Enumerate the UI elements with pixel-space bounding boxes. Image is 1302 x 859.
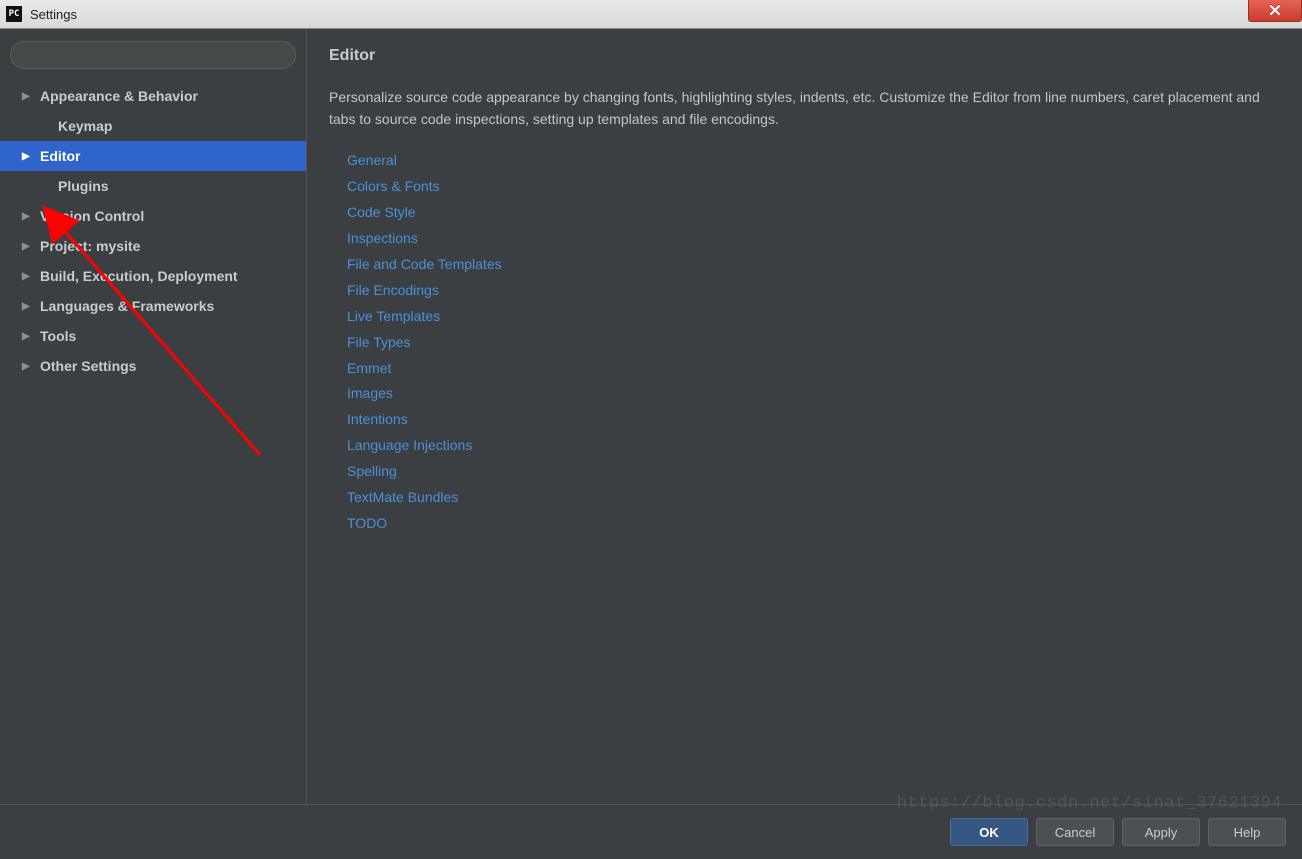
tree-item-languages-frameworks[interactable]: ▶ Languages & Frameworks — [0, 291, 306, 321]
editor-link-code-style[interactable]: Code Style — [347, 200, 1280, 226]
tree-item-label: Version Control — [40, 208, 144, 224]
tree-item-label: Build, Execution, Deployment — [40, 268, 238, 284]
editor-link-general[interactable]: General — [347, 148, 1280, 174]
tree-item-label: Appearance & Behavior — [40, 88, 198, 104]
chevron-right-icon: ▶ — [22, 211, 34, 222]
editor-link-file-encodings[interactable]: File Encodings — [347, 278, 1280, 304]
editor-link-live-templates[interactable]: Live Templates — [347, 304, 1280, 330]
settings-search-input[interactable] — [10, 41, 296, 69]
content-description: Personalize source code appearance by ch… — [329, 87, 1280, 130]
tree-item-editor[interactable]: ▶ Editor — [0, 141, 306, 171]
close-button[interactable] — [1248, 0, 1302, 22]
editor-sublinks: GeneralColors & FontsCode StyleInspectio… — [347, 148, 1280, 536]
settings-content: Editor Personalize source code appearanc… — [307, 29, 1302, 804]
cancel-button[interactable]: Cancel — [1036, 818, 1114, 846]
editor-link-inspections[interactable]: Inspections — [347, 226, 1280, 252]
tree-item-plugins[interactable]: Plugins — [0, 171, 306, 201]
editor-link-spelling[interactable]: Spelling — [347, 459, 1280, 485]
chevron-right-icon: ▶ — [22, 271, 34, 282]
tree-item-label: Plugins — [58, 178, 109, 194]
chevron-right-icon: ▶ — [22, 301, 34, 312]
ok-button[interactable]: OK — [950, 818, 1028, 846]
settings-tree: ▶ Appearance & Behavior Keymap ▶ Editor Plugi… — [0, 81, 306, 381]
editor-link-file-types[interactable]: File Types — [347, 330, 1280, 356]
tree-item-tools[interactable]: ▶ Tools — [0, 321, 306, 351]
tree-item-label: Editor — [40, 148, 80, 164]
editor-link-file-and-code-templates[interactable]: File and Code Templates — [347, 252, 1280, 278]
apply-button[interactable]: Apply — [1122, 818, 1200, 846]
editor-link-colors-fonts[interactable]: Colors & Fonts — [347, 174, 1280, 200]
chevron-right-icon: ▶ — [22, 361, 34, 372]
help-button[interactable]: Help — [1208, 818, 1286, 846]
settings-body: ▶ Appearance & Behavior Keymap ▶ Editor Plugi… — [0, 29, 1302, 804]
tree-item-appearance-behavior[interactable]: ▶ Appearance & Behavior — [0, 81, 306, 111]
tree-item-label: Languages & Frameworks — [40, 298, 214, 314]
content-heading: Editor — [329, 47, 1280, 65]
editor-link-textmate-bundles[interactable]: TextMate Bundles — [347, 485, 1280, 511]
tree-item-label: Tools — [40, 328, 76, 344]
tree-item-build-execution-deployment[interactable]: ▶ Build, Execution, Deployment — [0, 261, 306, 291]
tree-item-label: Other Settings — [40, 358, 136, 374]
close-icon — [1269, 4, 1281, 16]
app-icon: PC — [6, 6, 22, 22]
editor-link-intentions[interactable]: Intentions — [347, 407, 1280, 433]
editor-link-todo[interactable]: TODO — [347, 511, 1280, 537]
tree-item-other-settings[interactable]: ▶ Other Settings — [0, 351, 306, 381]
editor-link-language-injections[interactable]: Language Injections — [347, 433, 1280, 459]
chevron-right-icon: ▶ — [22, 241, 34, 252]
chevron-right-icon: ▶ — [22, 91, 34, 102]
tree-item-label: Project: mysite — [40, 238, 140, 254]
settings-sidebar: ▶ Appearance & Behavior Keymap ▶ Editor Plugi… — [0, 29, 307, 804]
chevron-right-icon: ▶ — [22, 331, 34, 342]
titlebar: PC Settings — [0, 0, 1302, 29]
chevron-right-icon: ▶ — [22, 151, 34, 162]
window-title: Settings — [30, 7, 77, 22]
tree-item-project-mysite[interactable]: ▶ Project: mysite — [0, 231, 306, 261]
dialog-button-bar: OK Cancel Apply Help — [0, 804, 1302, 859]
tree-item-keymap[interactable]: Keymap — [0, 111, 306, 141]
editor-link-emmet[interactable]: Emmet — [347, 356, 1280, 382]
tree-item-version-control[interactable]: ▶ Version Control — [0, 201, 306, 231]
tree-item-label: Keymap — [58, 118, 112, 134]
editor-link-images[interactable]: Images — [347, 381, 1280, 407]
